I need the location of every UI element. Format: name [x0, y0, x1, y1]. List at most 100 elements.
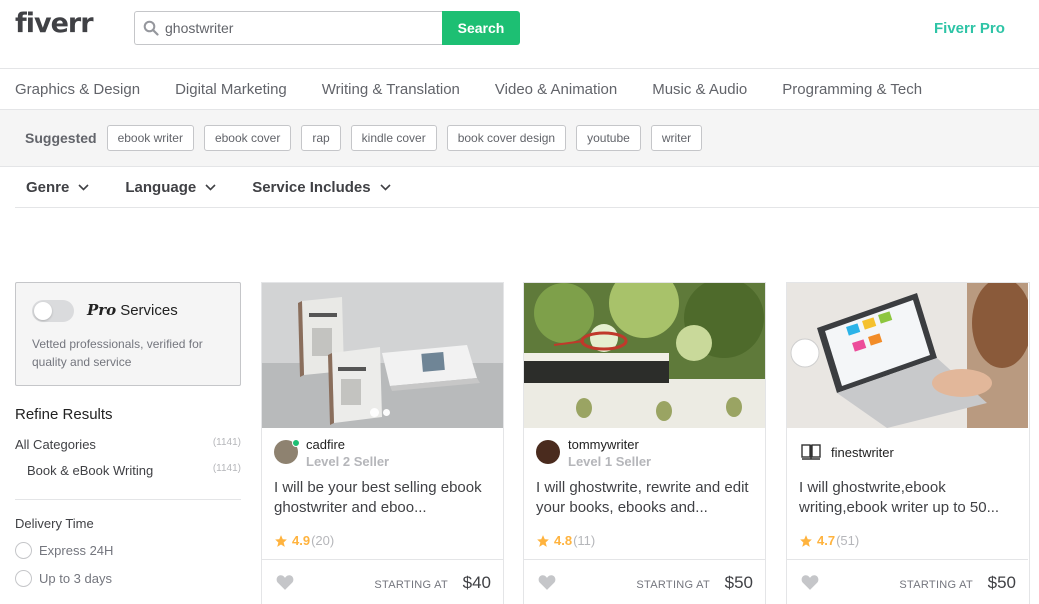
gig-image-book-mockup[interactable]	[262, 283, 503, 428]
gig-price: $50	[724, 573, 753, 592]
sidebar-divider	[15, 499, 241, 500]
online-status-dot	[292, 439, 300, 447]
gig-title[interactable]: I will ghostwrite, rewrite and edit your…	[536, 478, 756, 518]
seller-name[interactable]: finestwriter	[831, 445, 894, 461]
gig-image-laptop[interactable]	[787, 283, 1028, 428]
tag-youtube[interactable]: youtube	[576, 125, 641, 151]
pro-services-word: Services	[120, 302, 178, 319]
image-carousel-dots[interactable]	[370, 408, 394, 417]
gig-footer: STARTING AT $40	[262, 559, 503, 604]
search-box[interactable]	[134, 11, 442, 45]
gig-footer: STARTING AT $50	[787, 559, 1028, 604]
gig-footer: STARTING AT $50	[524, 559, 765, 604]
suggested-bar: Suggested ebook writer ebook cover rap k…	[0, 110, 1039, 167]
tag-ebook-cover[interactable]: ebook cover	[203, 125, 292, 151]
gig-card[interactable]: finestwriter I will ghostwrite,ebook wri…	[786, 282, 1030, 604]
rating-count: (20)	[311, 533, 335, 548]
filter-label: Genre	[26, 178, 70, 196]
delivery-time-title: Delivery Time	[15, 516, 94, 531]
filter-label: Service Includes	[252, 178, 371, 196]
rating-score: 4.8	[554, 533, 573, 548]
rating-count: (51)	[836, 533, 860, 548]
starting-at-label: STARTING AT	[374, 579, 448, 591]
seller-level: Level 2 Seller	[306, 454, 390, 469]
top-header: fiverr Search Fiverr Pro	[0, 0, 1039, 69]
seller-level: Level 1 Seller	[568, 454, 652, 469]
delivery-option-3-days[interactable]: Up to 3 days	[15, 570, 112, 587]
category-programming-tech[interactable]: Programming & Tech	[782, 81, 922, 98]
delivery-option-label: Up to 3 days	[39, 571, 112, 586]
book-logo-avatar[interactable]	[799, 440, 823, 464]
category-nav: Graphics & Design Digital Marketing Writ…	[0, 69, 1039, 110]
category-writing-translation[interactable]: Writing & Translation	[322, 81, 460, 98]
gig-price: $40	[462, 573, 491, 592]
tag-rap[interactable]: rap	[301, 125, 341, 151]
all-categories-count: (1141)	[212, 437, 241, 448]
delivery-option-express[interactable]: Express 24H	[15, 542, 113, 559]
heart-icon[interactable]	[801, 574, 819, 590]
radio-button[interactable]	[15, 570, 32, 587]
fiverr-pro-link[interactable]: Fiverr Pro	[934, 20, 1005, 37]
gig-price: $50	[987, 573, 1016, 592]
rating-score: 4.9	[292, 533, 311, 548]
refine-results-title: Refine Results	[15, 406, 113, 423]
gig-card[interactable]: tommywriter Level 1 Seller I will ghostw…	[523, 282, 766, 604]
tag-ebook-writer[interactable]: ebook writer	[106, 125, 194, 151]
subcategory-count: (1141)	[212, 463, 241, 474]
seller-avatar[interactable]	[274, 439, 300, 464]
filter-bar: Genre Language Service Includes	[15, 167, 1039, 208]
gig-title[interactable]: I will be your best selling ebook ghostw…	[274, 478, 494, 518]
star-icon	[800, 534, 812, 547]
rating-score: 4.7	[817, 533, 836, 548]
starting-at-label: STARTING AT	[636, 579, 710, 591]
pro-services-description: Vetted professionals, verified for quali…	[32, 337, 203, 369]
heart-icon[interactable]	[276, 574, 294, 590]
seller-name[interactable]: cadfire	[306, 437, 389, 453]
gig-title[interactable]: I will ghostwrite,ebook writing,ebook wr…	[799, 478, 1019, 518]
all-categories-label: All Categories	[15, 437, 96, 452]
seller-avatar[interactable]	[536, 440, 560, 464]
star-icon	[537, 534, 549, 547]
seller-name[interactable]: tommywriter	[568, 437, 651, 453]
fiverr-logo[interactable]: fiverr	[15, 8, 94, 39]
radio-button[interactable]	[15, 542, 32, 559]
all-categories-link[interactable]: All Categories (1141)	[15, 437, 241, 452]
delivery-option-label: Express 24H	[39, 543, 114, 558]
tag-book-cover-design[interactable]: book cover design	[446, 125, 567, 151]
carousel-dot[interactable]	[383, 409, 390, 416]
toggle-knob	[34, 302, 52, 320]
chevron-down-icon	[380, 183, 391, 191]
subcategory-book-ebook-writing[interactable]: Book & eBook Writing (1141)	[15, 463, 241, 478]
search-icon	[143, 20, 159, 36]
filter-genre[interactable]: Genre	[26, 179, 89, 196]
pro-script-logo: Pro	[87, 301, 117, 319]
category-digital-marketing[interactable]: Digital Marketing	[175, 81, 287, 98]
heart-icon[interactable]	[538, 574, 556, 590]
pro-services-box: Pro Services Vetted professionals, verif…	[15, 282, 241, 386]
subcategory-label: Book & eBook Writing	[27, 463, 154, 478]
pro-services-toggle[interactable]	[32, 300, 74, 322]
filter-label: Language	[125, 178, 197, 196]
gig-image-book-glasses[interactable]	[524, 283, 765, 428]
chevron-down-icon	[205, 183, 216, 191]
search-bar: Search	[134, 11, 520, 45]
gig-rating: 4.8 (11)	[536, 533, 595, 548]
seller-info: tommywriter Level 1 Seller	[536, 437, 651, 471]
star-icon	[275, 534, 287, 547]
gig-rating: 4.9 (20)	[274, 533, 334, 548]
category-music-audio[interactable]: Music & Audio	[652, 81, 747, 98]
filter-service-includes[interactable]: Service Includes	[252, 178, 391, 196]
seller-info: finestwriter	[799, 437, 894, 464]
rating-count: (11)	[573, 533, 596, 548]
filter-language[interactable]: Language	[125, 179, 216, 196]
carousel-dot-active[interactable]	[370, 408, 379, 417]
tag-kindle-cover[interactable]: kindle cover	[350, 125, 437, 151]
category-graphics-design[interactable]: Graphics & Design	[15, 81, 140, 98]
pro-services-title: Pro Services	[87, 301, 178, 319]
tag-writer[interactable]: writer	[650, 125, 703, 151]
search-input[interactable]	[165, 20, 435, 36]
gig-card[interactable]: cadfire Level 2 Seller I will be your be…	[261, 282, 504, 604]
seller-info: cadfire Level 2 Seller	[274, 437, 389, 471]
search-button[interactable]: Search	[442, 11, 520, 45]
category-video-animation[interactable]: Video & Animation	[495, 81, 617, 98]
